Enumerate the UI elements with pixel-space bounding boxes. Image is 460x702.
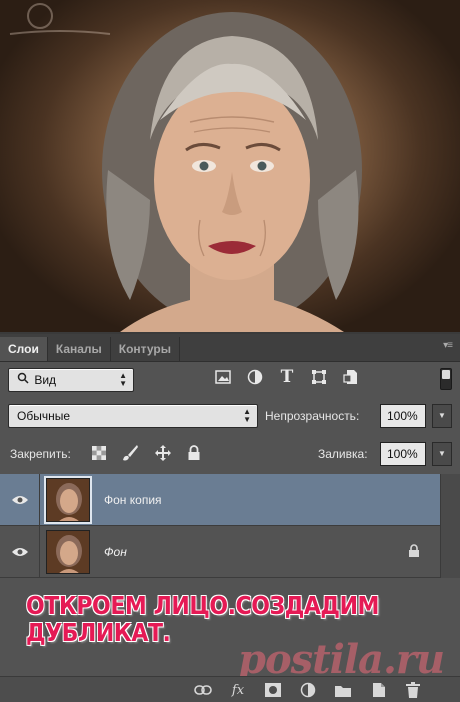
bottom-icons: fx	[194, 681, 422, 699]
canvas-photo	[0, 0, 460, 332]
fill-input[interactable]: 100%	[380, 442, 426, 466]
layer-lock-icon	[408, 544, 420, 561]
tab-layers[interactable]: Слои	[0, 337, 48, 361]
tab-channels[interactable]: Каналы	[48, 337, 111, 361]
portrait-image	[102, 12, 362, 332]
layer-name[interactable]: Фон копия	[104, 493, 162, 507]
lock-icons	[92, 444, 201, 465]
lock-paint-icon[interactable]	[121, 444, 139, 465]
fx-icon[interactable]: fx	[229, 681, 247, 699]
link-icon[interactable]	[194, 681, 212, 699]
watermark-logo	[9, 3, 111, 35]
lock-row: Закрепить: Заливка: 100% ▼	[0, 442, 460, 470]
layers-panel: Слои Каналы Контуры ▾≡ Вид ▲ ▼ T Обычные…	[0, 332, 460, 702]
lock-transparent-icon[interactable]	[92, 446, 106, 463]
blend-mode-select[interactable]: Обычные ▲ ▼	[8, 404, 258, 428]
blend-mode-value: Обычные	[17, 409, 71, 423]
layer-thumbnail	[46, 529, 90, 574]
layer-row-copy[interactable]: Фон копия	[0, 473, 440, 526]
adjustment-layer-icon[interactable]	[246, 368, 264, 386]
panel-menu-icon[interactable]: ▾≡	[443, 340, 453, 351]
tab-paths[interactable]: Контуры	[111, 337, 180, 361]
lock-position-icon[interactable]	[154, 444, 172, 465]
panel-bottom-bar: fx	[0, 676, 460, 702]
select-arrows-icon: ▲ ▼	[119, 371, 127, 388]
layers-list: Фон копия Фон	[0, 473, 440, 578]
adjustment-icon[interactable]	[299, 681, 317, 699]
visibility-eye-icon[interactable]	[0, 525, 40, 578]
smart-object-icon[interactable]	[342, 368, 360, 386]
layer-thumbnail	[44, 475, 92, 524]
panel-tabs: Слои Каналы Контуры ▾≡	[0, 334, 460, 362]
filter-toggle-switch[interactable]	[440, 368, 452, 390]
type-layer-icon[interactable]: T	[278, 367, 296, 387]
mask-icon[interactable]	[264, 681, 282, 699]
lock-label: Закрепить:	[10, 447, 71, 461]
visibility-eye-icon[interactable]	[0, 473, 40, 526]
opacity-label: Непрозрачность:	[265, 409, 360, 423]
lock-all-icon[interactable]	[187, 445, 201, 464]
opacity-dropdown-button[interactable]: ▼	[432, 404, 452, 428]
blend-row: Обычные ▲ ▼ Непрозрачность: 100% ▼	[0, 404, 460, 432]
layer-row-background[interactable]: Фон	[0, 525, 440, 578]
folder-icon[interactable]	[334, 681, 352, 699]
opacity-input[interactable]: 100%	[380, 404, 426, 428]
select-arrows-icon: ▲ ▼	[243, 407, 251, 424]
trash-icon[interactable]	[404, 681, 422, 699]
fill-label: Заливка:	[318, 447, 368, 461]
fill-dropdown-button[interactable]: ▼	[432, 442, 452, 466]
filter-kind-value: Вид	[34, 373, 57, 387]
filter-row: Вид ▲ ▼ T	[0, 367, 460, 396]
search-icon	[17, 369, 31, 391]
filter-icons: T	[214, 367, 360, 387]
new-layer-icon[interactable]	[369, 681, 387, 699]
layers-scrollbar[interactable]	[440, 474, 460, 578]
layer-name[interactable]: Фон	[104, 545, 127, 559]
image-layer-icon[interactable]	[214, 368, 232, 386]
shape-layer-icon[interactable]	[310, 368, 328, 386]
caption-line-1: ОТКРОЕМ ЛИЦО.СОЗДАДИМ	[26, 591, 380, 620]
filter-kind-select[interactable]: Вид ▲ ▼	[8, 368, 134, 392]
